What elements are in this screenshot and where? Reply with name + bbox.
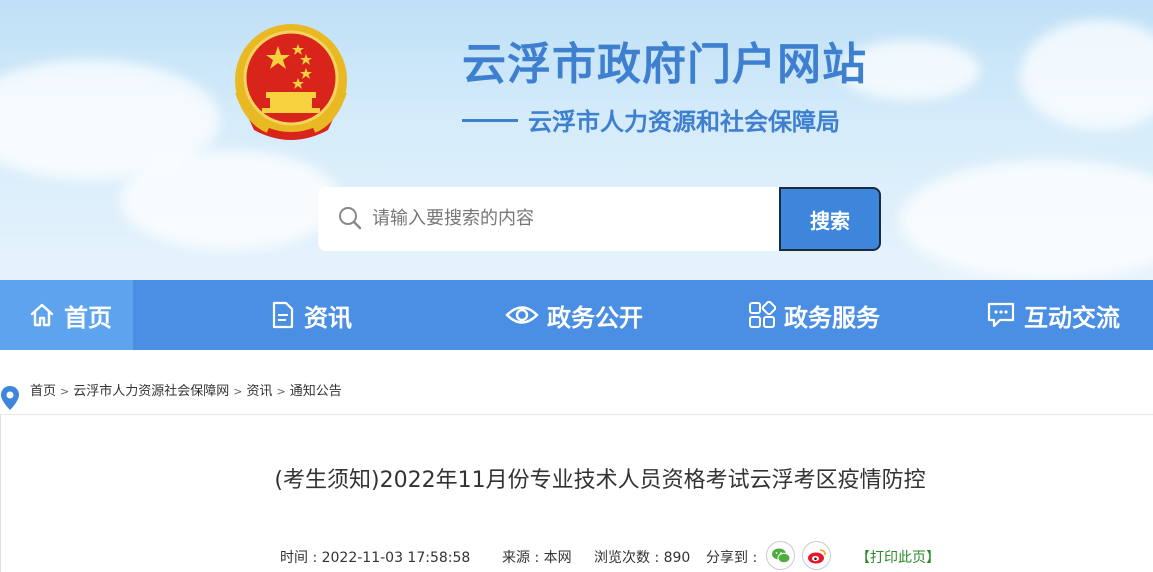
breadcrumb-separator: > [60,385,70,398]
breadcrumb-item-notices[interactable]: 通知公告 [290,384,342,399]
print-page-link[interactable]: 【打印此页】 [856,547,940,567]
nav-item-label: 政务公开 [547,303,643,332]
weibo-share-button[interactable] [802,541,831,570]
breadcrumb-item-site[interactable]: 云浮市人力资源社会保障网 [73,384,229,399]
nav-item-label: 政务服务 [784,303,880,332]
site-title: 云浮市政府门户网站 [462,39,867,90]
article-views: 浏览次数 : 890 [594,550,691,566]
breadcrumb-item-news[interactable]: 资讯 [246,384,272,399]
search-icon [339,207,362,230]
share-label: 分享到 : [706,550,758,566]
nav-item-home[interactable]: 首页 [0,280,133,350]
subtitle-dash [462,118,518,122]
site-subtitle: 云浮市人力资源和社会保障局 [462,102,840,137]
breadcrumb-item-home[interactable]: 首页 [30,384,56,399]
chat-icon [987,302,1015,328]
article-title: (考生须知)2022年11月份专业技术人员资格考试云浮考区疫情防控 [274,468,926,493]
location-pin-icon [1,386,19,410]
search-input[interactable] [372,200,772,236]
cloud-decoration [120,150,340,250]
grid-icon [749,301,776,328]
nav-item-label: 资讯 [304,303,352,332]
home-icon [30,303,54,327]
divider [0,414,1153,415]
cloud-decoration [900,160,1153,280]
national-emblem-icon [235,24,347,140]
breadcrumb-separator: > [276,385,286,398]
main-nav: 首页 资讯 政务公开 政务服务 互动交流 [0,280,1153,350]
wechat-icon [771,548,790,563]
site-subtitle-text: 云浮市人力资源和社会保障局 [528,108,840,136]
document-icon [272,301,294,329]
eye-icon [505,306,539,324]
nav-item-interaction[interactable]: 互动交流 [986,280,1120,350]
article-time: 时间 : 2022-11-03 17:58:58 [280,550,471,566]
wechat-share-button[interactable] [766,541,795,570]
nav-item-news[interactable]: 资讯 [270,280,352,350]
cloud-decoration [1020,20,1153,130]
weibo-icon [807,548,826,563]
breadcrumb: 首页 > 云浮市人力资源社会保障网 > 资讯 > 通知公告 [30,380,342,399]
nav-item-label: 首页 [64,303,112,332]
article-source: 来源 : 本网 [502,550,572,566]
search-button[interactable]: 搜索 [779,187,881,251]
nav-item-government-services[interactable]: 政务服务 [748,280,880,350]
breadcrumb-separator: > [233,385,243,398]
nav-item-government-affairs[interactable]: 政务公开 [505,280,643,350]
nav-item-label: 互动交流 [1024,303,1120,332]
